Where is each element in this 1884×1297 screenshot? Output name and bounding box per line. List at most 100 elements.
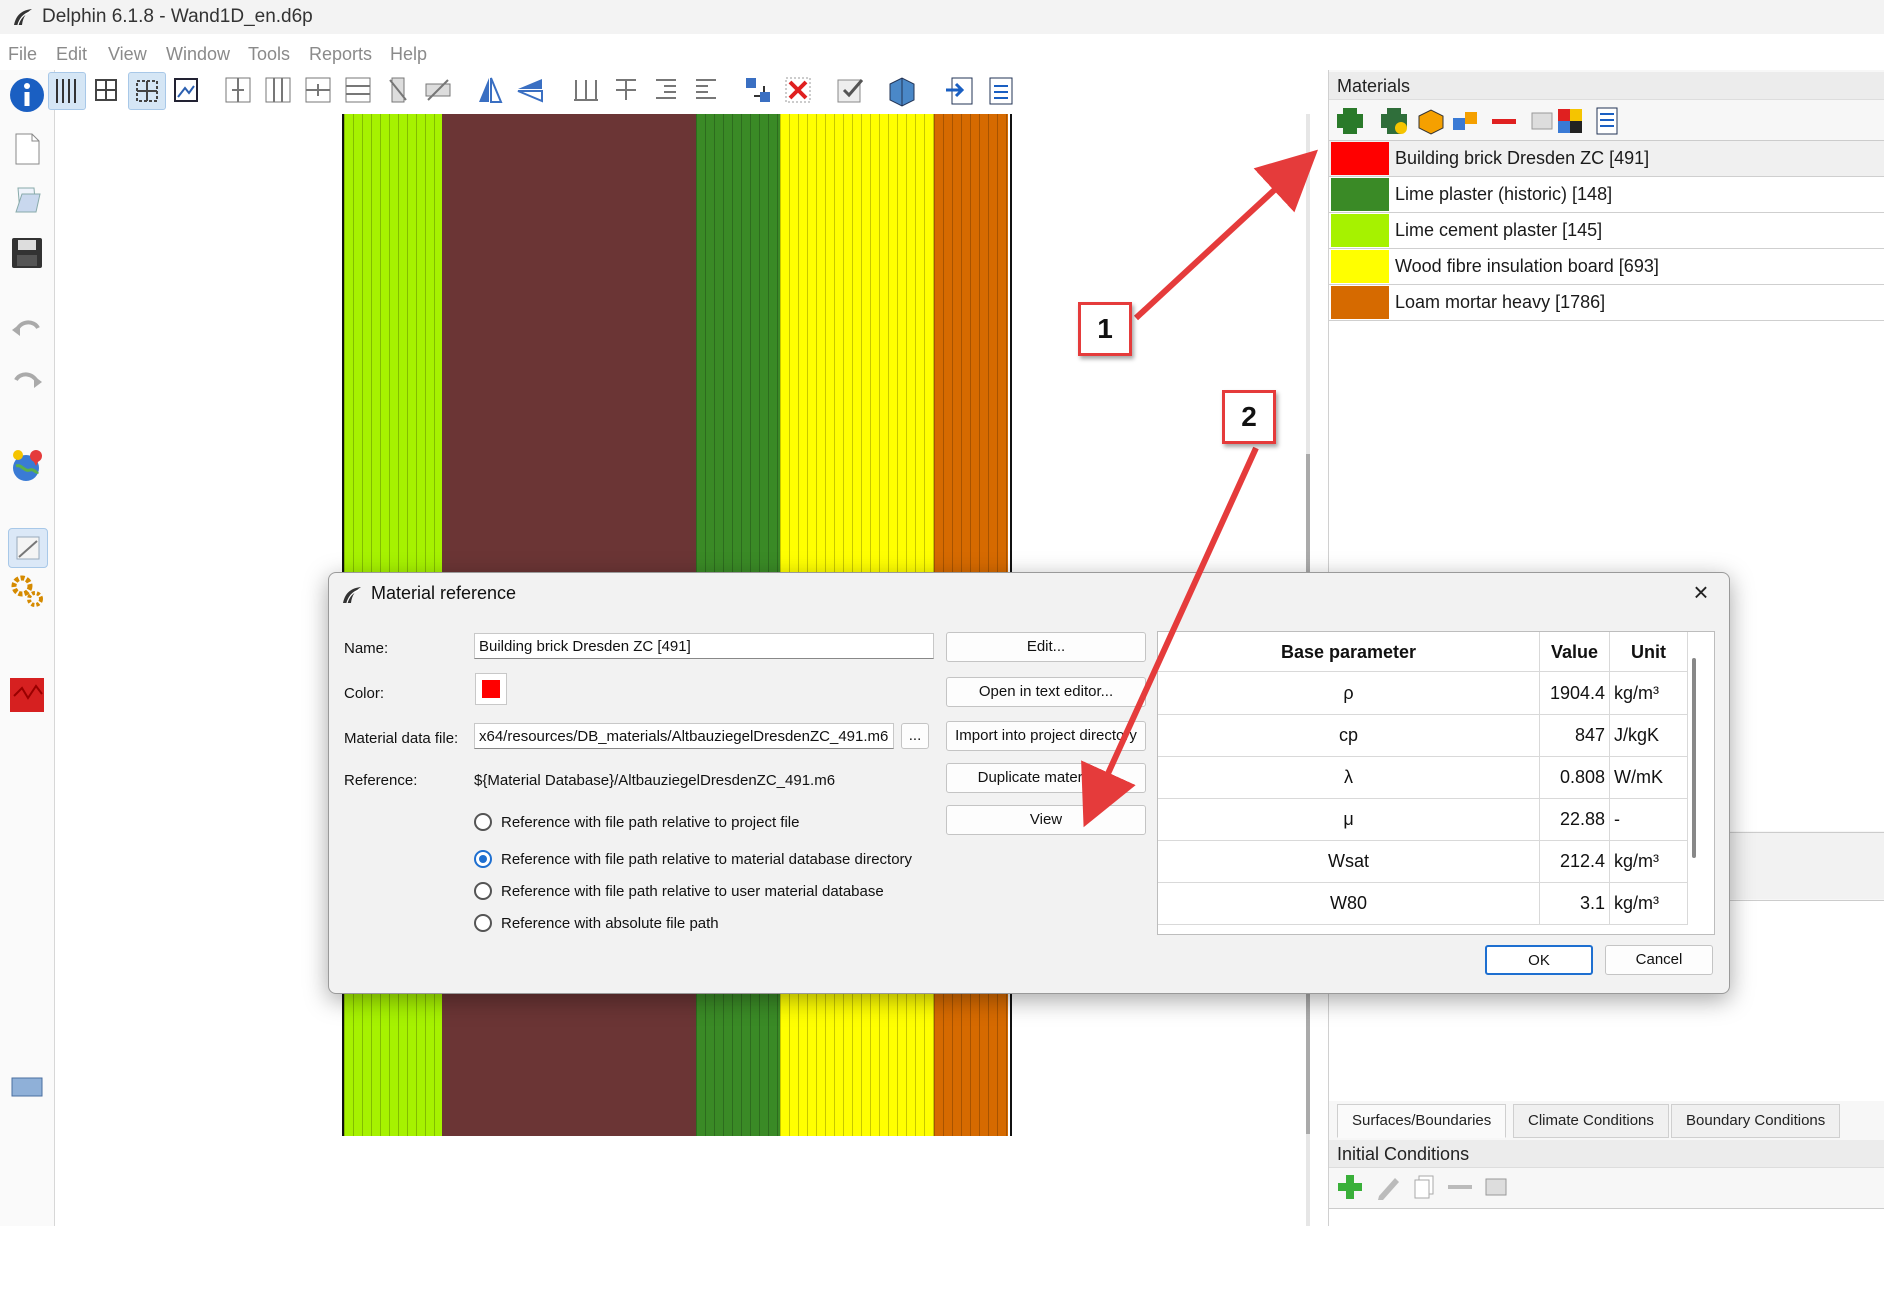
table-row[interactable]: ρ 1904.4 kg/m³ [1158, 672, 1688, 715]
radio-relative-user-db-label[interactable]: Reference with file path relative to use… [501, 883, 884, 900]
decrease-indent-icon[interactable] [688, 72, 724, 108]
info-icon[interactable] [8, 76, 46, 114]
radio-relative-project[interactable] [474, 813, 492, 831]
remove-material-icon[interactable] [1489, 106, 1519, 136]
delphin-logo-icon [14, 9, 32, 26]
delete-row-icon[interactable] [420, 72, 456, 108]
add-material-icon[interactable] [1335, 106, 1365, 136]
mirror-vertical-icon[interactable] [512, 72, 548, 108]
split-row-icon[interactable] [300, 72, 336, 108]
param-value: 0.808 [1540, 756, 1610, 798]
import-project-button[interactable]: Import into project directory [946, 721, 1146, 751]
table-row[interactable]: λ 0.808 W/mK [1158, 756, 1688, 799]
split-column-icon[interactable] [220, 72, 256, 108]
material-item[interactable]: Building brick Dresden ZC [491] [1329, 141, 1884, 177]
mirror-horizontal-icon[interactable] [472, 72, 508, 108]
insert-column-icon[interactable] [260, 72, 296, 108]
menu-view[interactable]: View [108, 44, 147, 65]
param-unit: J/kgK [1610, 714, 1688, 756]
3d-construction-icon[interactable] [884, 72, 920, 108]
ok-button[interactable]: OK [1485, 945, 1593, 975]
material-data-file-field[interactable]: x64/resources/DB_materials/AltbauziegelD… [474, 723, 894, 749]
align-columns-icon[interactable] [568, 72, 604, 108]
edit-mode-button[interactable] [8, 528, 48, 568]
insert-row-icon[interactable] [340, 72, 376, 108]
selection-grid-button[interactable] [128, 72, 166, 110]
check-grid-icon[interactable] [832, 72, 868, 108]
tab-boundary-conditions[interactable]: Boundary Conditions [1671, 1104, 1841, 1138]
color-label: Color: [344, 685, 385, 702]
table-row[interactable]: μ 22.88 - [1158, 798, 1688, 841]
open-text-editor-button[interactable]: Open in text editor... [946, 677, 1146, 707]
add-condition-icon[interactable] [1335, 1172, 1365, 1202]
menu-file[interactable]: File [8, 44, 37, 65]
reference-value: ${Material Database}/AltbauziegelDresden… [474, 772, 836, 789]
material-cube-icon[interactable] [1415, 106, 1445, 136]
settings-gears-icon[interactable] [8, 572, 46, 610]
menu-help[interactable]: Help [390, 44, 427, 65]
align-rows-icon[interactable] [608, 72, 644, 108]
edit-button[interactable]: Edit... [946, 632, 1146, 662]
name-field[interactable]: Building brick Dresden ZC [491] [474, 633, 934, 659]
color-picker-button[interactable] [475, 673, 507, 705]
param-name: μ [1158, 798, 1540, 840]
table-scrollbar[interactable] [1692, 658, 1696, 858]
table-row[interactable]: Wsat 212.4 kg/m³ [1158, 840, 1688, 883]
menu-window[interactable]: Window [166, 44, 230, 65]
simulation-red-icon[interactable] [8, 676, 46, 714]
move-layer-icon[interactable] [740, 72, 776, 108]
radio-relative-database-label[interactable]: Reference with file path relative to mat… [501, 851, 912, 868]
material-item[interactable]: Loam mortar heavy [1786] [1329, 285, 1884, 321]
export-table-icon[interactable] [982, 72, 1018, 108]
material-item[interactable]: Wood fibre insulation board [693] [1329, 249, 1884, 285]
radio-relative-user-db[interactable] [474, 882, 492, 900]
material-colors-icon[interactable] [1555, 106, 1585, 136]
view-image-button[interactable] [168, 72, 204, 108]
new-file-icon[interactable] [8, 130, 46, 168]
reference-label: Reference: [344, 772, 418, 789]
base-parameter-table[interactable]: Base parameter Value Unit ρ 1904.4 kg/m³… [1157, 631, 1715, 935]
copy-condition-icon[interactable] [1409, 1172, 1439, 1202]
redo-icon[interactable] [8, 362, 46, 400]
browse-file-button[interactable]: ... [901, 723, 929, 749]
monitor-icon[interactable] [8, 1070, 46, 1108]
material-properties-icon[interactable] [1527, 106, 1557, 136]
view-button[interactable]: View [946, 805, 1146, 835]
duplicate-material-button[interactable]: Duplicate material ... [946, 763, 1146, 793]
param-value: 1904.4 [1540, 672, 1610, 714]
radio-absolute-path-label[interactable]: Reference with absolute file path [501, 915, 719, 932]
climate-globe-icon[interactable] [8, 446, 46, 484]
delete-red-x-icon[interactable] [780, 72, 816, 108]
material-label: Loam mortar heavy [1786] [1395, 292, 1606, 312]
tab-surfaces-boundaries[interactable]: Surfaces/Boundaries [1337, 1104, 1507, 1138]
material-label: Building brick Dresden ZC [491] [1395, 148, 1650, 168]
material-blocks-icon[interactable] [1451, 106, 1481, 136]
assign-material-icon[interactable] [1379, 106, 1409, 136]
grid-layout-button[interactable] [88, 72, 124, 108]
table-row[interactable]: W80 3.1 kg/m³ [1158, 882, 1688, 925]
tab-climate-conditions[interactable]: Climate Conditions [1513, 1104, 1669, 1138]
open-file-icon[interactable] [8, 182, 46, 220]
save-icon[interactable] [8, 234, 46, 272]
condition-properties-icon[interactable] [1481, 1172, 1511, 1202]
table-row[interactable]: cp 847 J/kgK [1158, 714, 1688, 757]
material-item[interactable]: Lime cement plaster [145] [1329, 213, 1884, 249]
import-icon[interactable] [942, 72, 978, 108]
menu-reports[interactable]: Reports [309, 44, 372, 65]
undo-icon[interactable] [8, 310, 46, 348]
close-icon[interactable]: × [1687, 579, 1715, 607]
delete-column-icon[interactable] [380, 72, 416, 108]
param-value: 22.88 [1540, 798, 1610, 840]
increase-indent-icon[interactable] [648, 72, 684, 108]
menu-tools[interactable]: Tools [248, 44, 290, 65]
remove-condition-icon[interactable] [1445, 1172, 1475, 1202]
radio-relative-database[interactable] [474, 850, 492, 868]
menu-edit[interactable]: Edit [56, 44, 87, 65]
edit-pencil-icon[interactable] [1373, 1172, 1403, 1202]
radio-absolute-path[interactable] [474, 914, 492, 932]
material-item[interactable]: Lime plaster (historic) [148] [1329, 177, 1884, 213]
radio-relative-project-label[interactable]: Reference with file path relative to pro… [501, 814, 799, 831]
cancel-button[interactable]: Cancel [1605, 945, 1713, 975]
material-database-icon[interactable] [1591, 106, 1621, 136]
vertical-grid-button[interactable] [48, 72, 86, 110]
